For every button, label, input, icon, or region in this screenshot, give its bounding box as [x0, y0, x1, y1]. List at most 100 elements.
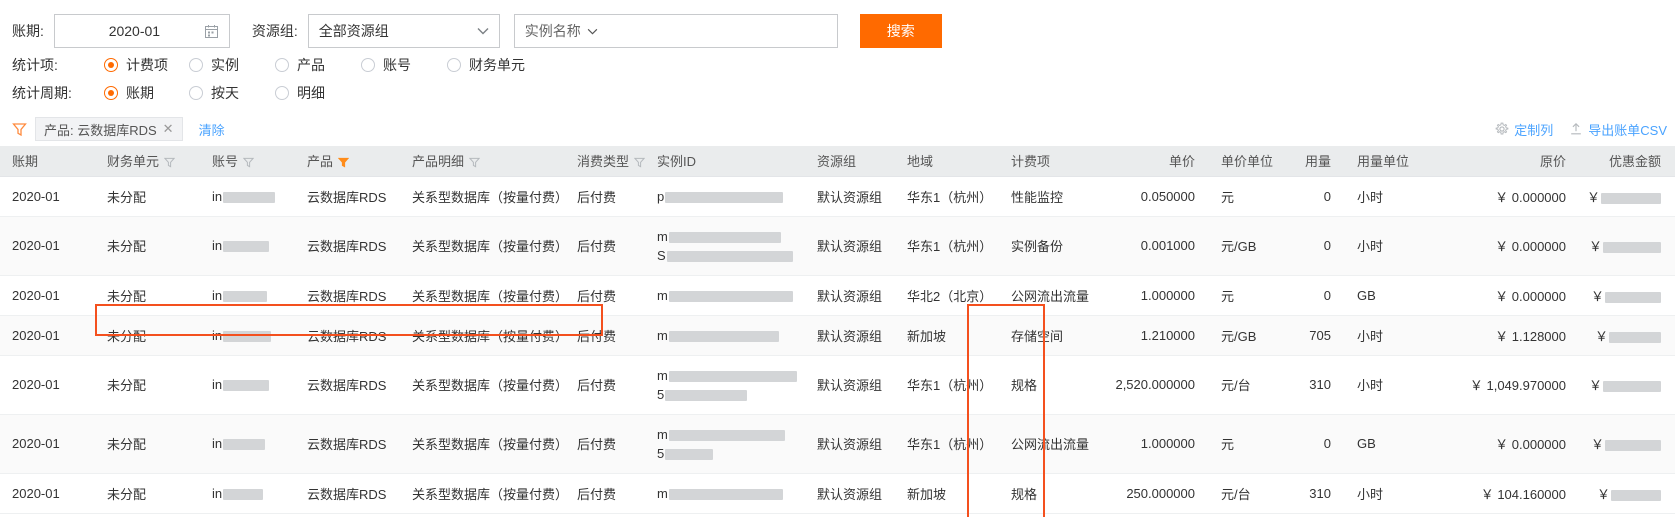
cell-unit-price: 1.000000 [1104, 275, 1209, 316]
filter-icon[interactable] [164, 157, 176, 168]
cell-region: 华东1（杭州） [895, 176, 999, 217]
cell-discount: ￥ [1580, 355, 1675, 415]
cell-price-unit: 元 [1209, 414, 1275, 474]
stat-period-label: 统计周期: [12, 85, 72, 101]
stat-period-option-by-day[interactable]: 按天 [189, 83, 275, 103]
cell-usage: 705 [1275, 315, 1345, 356]
stat-item-option-instance[interactable]: 实例 [189, 55, 275, 75]
redacted-text [666, 250, 793, 262]
resource-group-value: 全部资源组 [318, 23, 389, 39]
redacted-text [223, 488, 264, 500]
redacted-text [1611, 489, 1661, 501]
cell-price-unit: 元 [1209, 275, 1275, 316]
search-button[interactable]: 搜索 [859, 14, 942, 48]
cell-resource-group: 默认资源组 [805, 275, 895, 316]
cell-product: 云数据库RDS [295, 176, 400, 217]
table-row[interactable]: 2020-01 未分配 in 云数据库RDS 关系型数据库（按量付费） 后付费 m 默认资源组… [0, 275, 1675, 316]
table-row[interactable]: 2020-01 未分配 in 云数据库RDS 关系型数据库（按量付费） 后付费 m 5 默认资源… [0, 355, 1675, 415]
redacted-text [223, 241, 270, 253]
filter-bar: 账期: 2020-01 资源组: 全部资源组 实例名称 搜索 [0, 0, 1675, 50]
cell-price-unit: 元 [1209, 176, 1275, 217]
chevron-down-icon[interactable] [587, 28, 598, 35]
col-label: 产品明细 [412, 154, 465, 170]
table-row[interactable]: 2020-01 未分配 in 云数据库RDS 关系型数据库（按量付费） 后付费 m S 默认资源… [0, 216, 1675, 276]
col-label: 产品 [307, 154, 334, 170]
stat-item-option-label: 产品 [297, 57, 325, 73]
period-date-input[interactable]: 2020-01 [53, 14, 230, 48]
col-header-resource-group[interactable]: 资源组 [805, 146, 895, 177]
cell-product: 云数据库RDS [295, 414, 400, 474]
filter-icon[interactable] [634, 157, 646, 168]
resource-group-select[interactable]: 全部资源组 [307, 14, 500, 48]
table-toolbar: 定制列 导出账单CSV [1495, 112, 1667, 146]
calendar-icon[interactable] [204, 24, 219, 39]
radio-indicator [275, 86, 289, 100]
cell-discount: ￥ [1580, 176, 1675, 217]
col-label: 账号 [212, 154, 239, 170]
close-icon[interactable]: ✕ [163, 121, 174, 137]
cell-region: 华东1（杭州） [895, 414, 999, 474]
stat-item-option-billing[interactable]: 计费项 [104, 55, 189, 75]
cell-usage: 310 [1275, 473, 1345, 514]
cell-usage-unit: 小时 [1345, 473, 1445, 514]
col-header-price-unit[interactable]: 单价单位 [1209, 146, 1275, 177]
table-row[interactable]: 2020-01 未分配 in 云数据库RDS 关系型数据库（按量付费） 后付费 m 5 默认资源… [0, 414, 1675, 474]
cell-instance-id: mS [645, 216, 805, 276]
col-header-unit-price[interactable]: 单价 [1104, 146, 1209, 177]
filter-icon[interactable] [469, 157, 481, 168]
cell-finance-unit: 未分配 [95, 315, 200, 356]
filter-icon[interactable] [243, 157, 255, 168]
radio-indicator [361, 58, 375, 72]
cell-unit-price: 0.050000 [1104, 176, 1209, 217]
redacted-text [223, 330, 272, 342]
filter-chip-product[interactable]: 产品: 云数据库RDS ✕ [35, 117, 183, 141]
cell-product: 云数据库RDS [295, 355, 400, 415]
cell-period: 2020-01 [0, 355, 95, 415]
bill-table: 账期 财务单元 账号 产品 产品明细 消费类型 实例ID 资源组 地域 计费项 … [0, 146, 1675, 514]
col-header-region[interactable]: 地域 [895, 146, 999, 177]
stat-period-option-detail[interactable]: 明细 [275, 83, 325, 103]
cell-usage: 0 [1275, 216, 1345, 276]
col-header-period[interactable]: 账期 [0, 146, 95, 177]
stat-item-option-finance-unit[interactable]: 财务单元 [447, 55, 525, 75]
stat-item-option-account[interactable]: 账号 [361, 55, 447, 75]
col-header-product[interactable]: 产品 [295, 146, 400, 177]
cell-price-unit: 元/台 [1209, 355, 1275, 415]
col-header-usage[interactable]: 用量 [1275, 146, 1345, 177]
instance-name-input[interactable]: 实例名称 [513, 14, 838, 48]
stat-period-option-label: 账期 [126, 85, 154, 101]
upload-icon [1569, 122, 1583, 136]
cell-instance-id: p [645, 176, 805, 217]
table-row[interactable]: 2020-01 未分配 in 云数据库RDS 关系型数据库（按量付费） 后付费 m 默认资源组… [0, 315, 1675, 356]
cell-account: in [200, 176, 295, 217]
export-csv-button[interactable]: 导出账单CSV [1569, 120, 1667, 139]
col-header-product-detail[interactable]: 产品明细 [400, 146, 565, 177]
stat-period-option-billing-cycle[interactable]: 账期 [104, 83, 189, 103]
cell-consume-type: 后付费 [565, 275, 645, 316]
table-row[interactable]: 2020-01 未分配 in 云数据库RDS 关系型数据库（按量付费） 后付费 m 默认资源组… [0, 473, 1675, 514]
filter-icon-active[interactable] [338, 157, 350, 168]
cell-resource-group: 默认资源组 [805, 315, 895, 356]
col-header-billing-item[interactable]: 计费项 [999, 146, 1104, 177]
instance-id-value: m [657, 328, 779, 343]
stat-item-row: 统计项: 计费项 实例 产品 账号 财务单元 [0, 52, 1675, 78]
col-label: 消费类型 [577, 154, 630, 170]
col-header-original-price[interactable]: 原价 [1445, 146, 1580, 177]
clear-filters-link[interactable]: 清除 [199, 120, 225, 139]
active-filters-row: 产品: 云数据库RDS ✕ 清除 定制列 导出账单CSV [0, 112, 1675, 146]
col-label: 资源组 [817, 154, 857, 170]
col-header-usage-unit[interactable]: 用量单位 [1345, 146, 1445, 177]
cell-unit-price: 250.000000 [1104, 473, 1209, 514]
col-header-discount[interactable]: 优惠金额 [1580, 146, 1675, 177]
instance-id-value: m [657, 288, 793, 303]
col-header-instance-id[interactable]: 实例ID [645, 146, 805, 177]
col-header-finance-unit[interactable]: 财务单元 [95, 146, 200, 177]
cell-unit-price: 0.001000 [1104, 216, 1209, 276]
table-row[interactable]: 2020-01 未分配 in 云数据库RDS 关系型数据库（按量付费） 后付费 p 默认资源组… [0, 176, 1675, 217]
cell-resource-group: 默认资源组 [805, 176, 895, 217]
col-header-consume-type[interactable]: 消费类型 [565, 146, 646, 177]
col-header-account[interactable]: 账号 [200, 146, 295, 177]
cell-discount: ￥ [1580, 315, 1675, 356]
stat-item-option-product[interactable]: 产品 [275, 55, 361, 75]
custom-columns-button[interactable]: 定制列 [1495, 120, 1553, 139]
